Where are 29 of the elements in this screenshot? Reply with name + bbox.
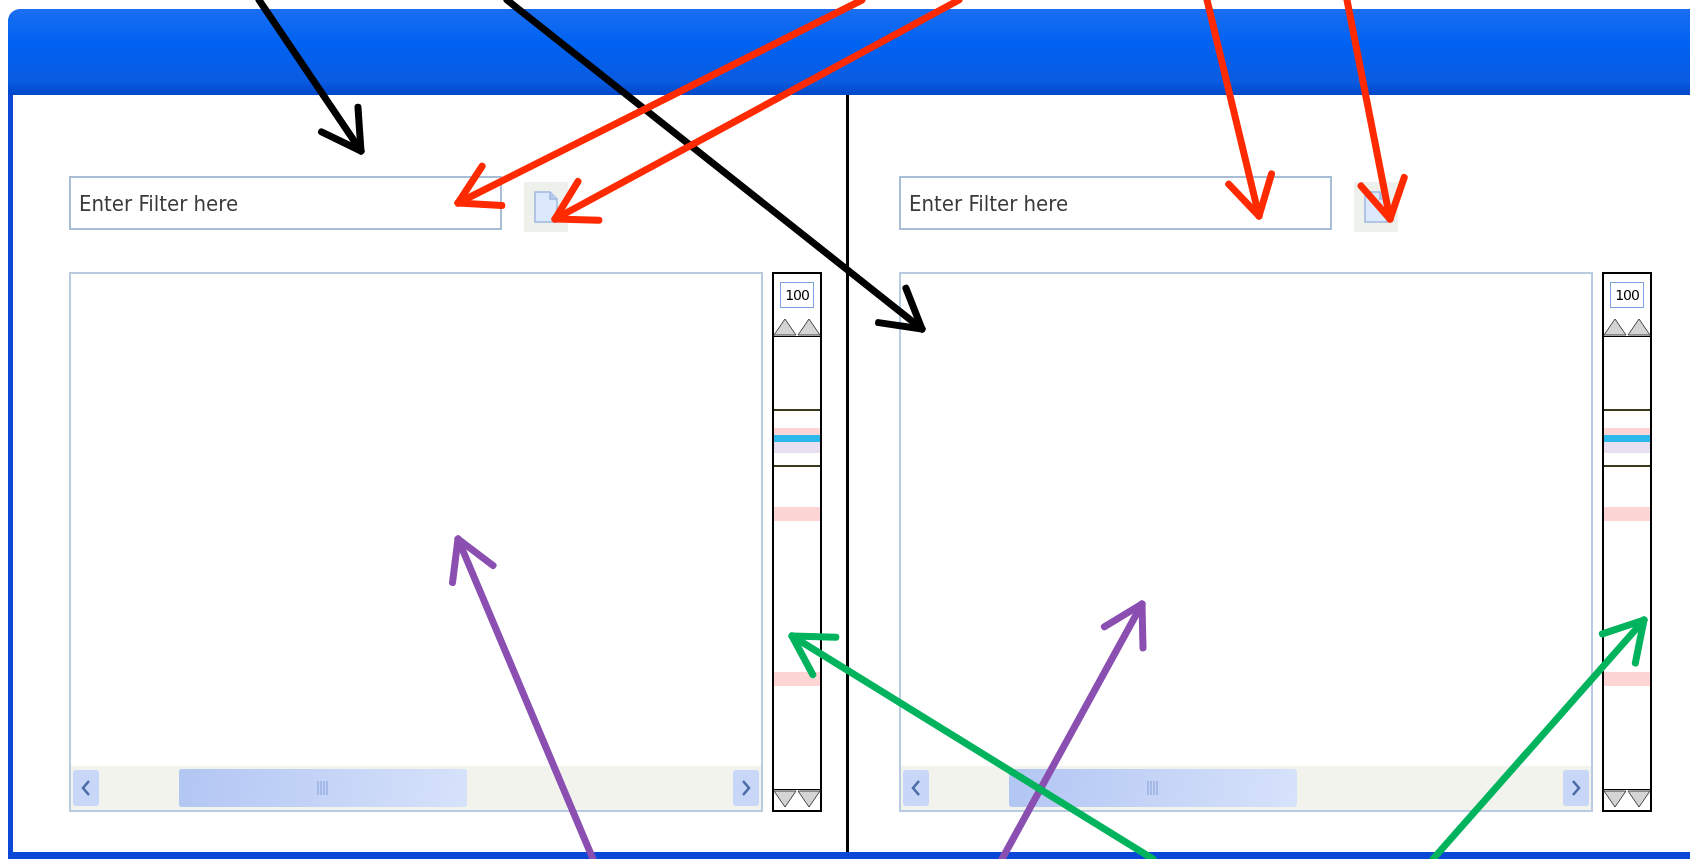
viewport-marker[interactable] xyxy=(774,409,820,467)
change-marker xyxy=(774,507,820,521)
scroll-right-button[interactable] xyxy=(733,770,759,806)
scroll-down-icon[interactable] xyxy=(1602,789,1652,810)
scroll-left-button[interactable] xyxy=(903,770,929,806)
zoom-value[interactable]: 100 xyxy=(780,282,814,308)
document-icon xyxy=(533,190,559,224)
change-marker xyxy=(1604,672,1650,686)
change-marker xyxy=(774,672,820,686)
grip-icon xyxy=(1146,780,1160,796)
filter-field[interactable]: Enter Filter here xyxy=(899,176,1332,230)
viewport-marker[interactable] xyxy=(1604,409,1650,467)
scroll-thumb[interactable] xyxy=(179,769,467,807)
chevron-right-icon xyxy=(740,778,752,798)
change-marker xyxy=(1604,507,1650,521)
scroll-up-icon[interactable] xyxy=(772,316,822,337)
horizontal-scrollbar[interactable] xyxy=(901,766,1591,810)
chevron-left-icon xyxy=(80,778,92,798)
scroll-right-button[interactable] xyxy=(1563,770,1589,806)
filter-field[interactable]: Enter Filter here xyxy=(69,176,502,230)
scroll-up-icon[interactable] xyxy=(1602,316,1652,337)
chevron-right-icon xyxy=(1570,778,1582,798)
grip-icon xyxy=(316,780,330,796)
scroll-down-icon[interactable] xyxy=(772,789,822,810)
horizontal-scrollbar[interactable] xyxy=(71,766,761,810)
chevron-left-icon xyxy=(910,778,922,798)
scroll-thumb[interactable] xyxy=(1009,769,1297,807)
scroll-left-button[interactable] xyxy=(73,770,99,806)
zoom-value[interactable]: 100 xyxy=(1610,282,1644,308)
